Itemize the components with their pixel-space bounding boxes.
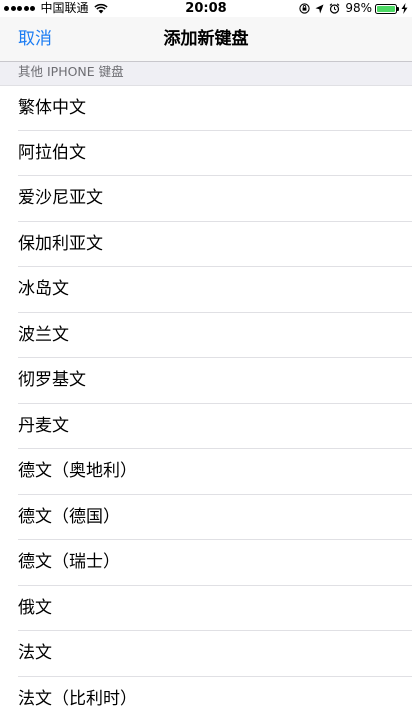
keyboard-name: 法文 [18,643,52,663]
charging-bolt-icon [401,3,408,14]
keyboard-name: 波兰文 [18,324,69,345]
battery-percentage: 98% [345,1,372,15]
screen: 中国联通 20:08 98% 取消 添加新键盘 其他 IPHONE 键盘 繁体中… [0,0,412,721]
keyboard-name: 法文（比利时） [18,688,137,709]
keyboard-list-item[interactable]: 冰岛文 [0,267,412,313]
keyboard-list-item[interactable]: 德文（德国） [0,495,412,541]
keyboard-list-item[interactable]: 丹麦文 [0,404,412,450]
keyboard-name: 彻罗基文 [18,370,86,390]
keyboard-name: 繁体中文 [18,98,86,118]
keyboard-name: 丹麦文 [18,415,69,436]
battery-icon [375,3,399,14]
keyboard-list-item[interactable]: 波兰文 [0,313,412,359]
keyboard-list-item[interactable]: 德文（瑞士） [0,540,412,586]
battery-level-fill [377,5,395,12]
keyboard-list-item[interactable]: 繁体中文 [0,85,412,131]
keyboard-list-item[interactable]: 爱沙尼亚文 [0,176,412,222]
location-arrow-icon [315,4,324,13]
status-bar: 中国联通 20:08 98% [0,0,412,17]
keyboard-list-item[interactable]: 法文（比利时） [0,677,412,721]
keyboard-name: 德文（德国） [18,506,120,527]
keyboard-name: 阿拉伯文 [18,142,86,163]
keyboard-name: 俄文 [18,597,52,618]
keyboard-list-item[interactable]: 俄文 [0,586,412,632]
orientation-lock-icon [299,3,310,14]
section-header: 其他 IPHONE 键盘 [0,61,412,85]
keyboard-name: 德文（瑞士） [18,552,120,572]
keyboard-list: 繁体中文 阿拉伯文 爱沙尼亚文 保加利亚文 冰岛文 波兰文 彻罗基文 丹麦文 德… [0,85,412,721]
section-header-label: 其他 IPHONE 键盘 [18,64,124,79]
keyboard-name: 保加利亚文 [18,233,103,254]
alarm-icon [329,3,340,14]
navigation-bar: 取消 添加新键盘 [0,17,412,61]
page-title: 添加新键盘 [163,29,249,49]
keyboard-list-item[interactable]: 德文（奥地利） [0,449,412,495]
keyboard-name: 爱沙尼亚文 [18,188,103,208]
keyboard-name: 冰岛文 [18,279,69,299]
keyboard-list-item[interactable]: 保加利亚文 [0,222,412,268]
status-right: 98% [294,0,408,17]
keyboard-list-item[interactable]: 彻罗基文 [0,358,412,404]
keyboard-list-item[interactable]: 法文 [0,631,412,677]
keyboard-list-item[interactable]: 阿拉伯文 [0,131,412,177]
keyboard-name: 德文（奥地利） [18,461,137,481]
